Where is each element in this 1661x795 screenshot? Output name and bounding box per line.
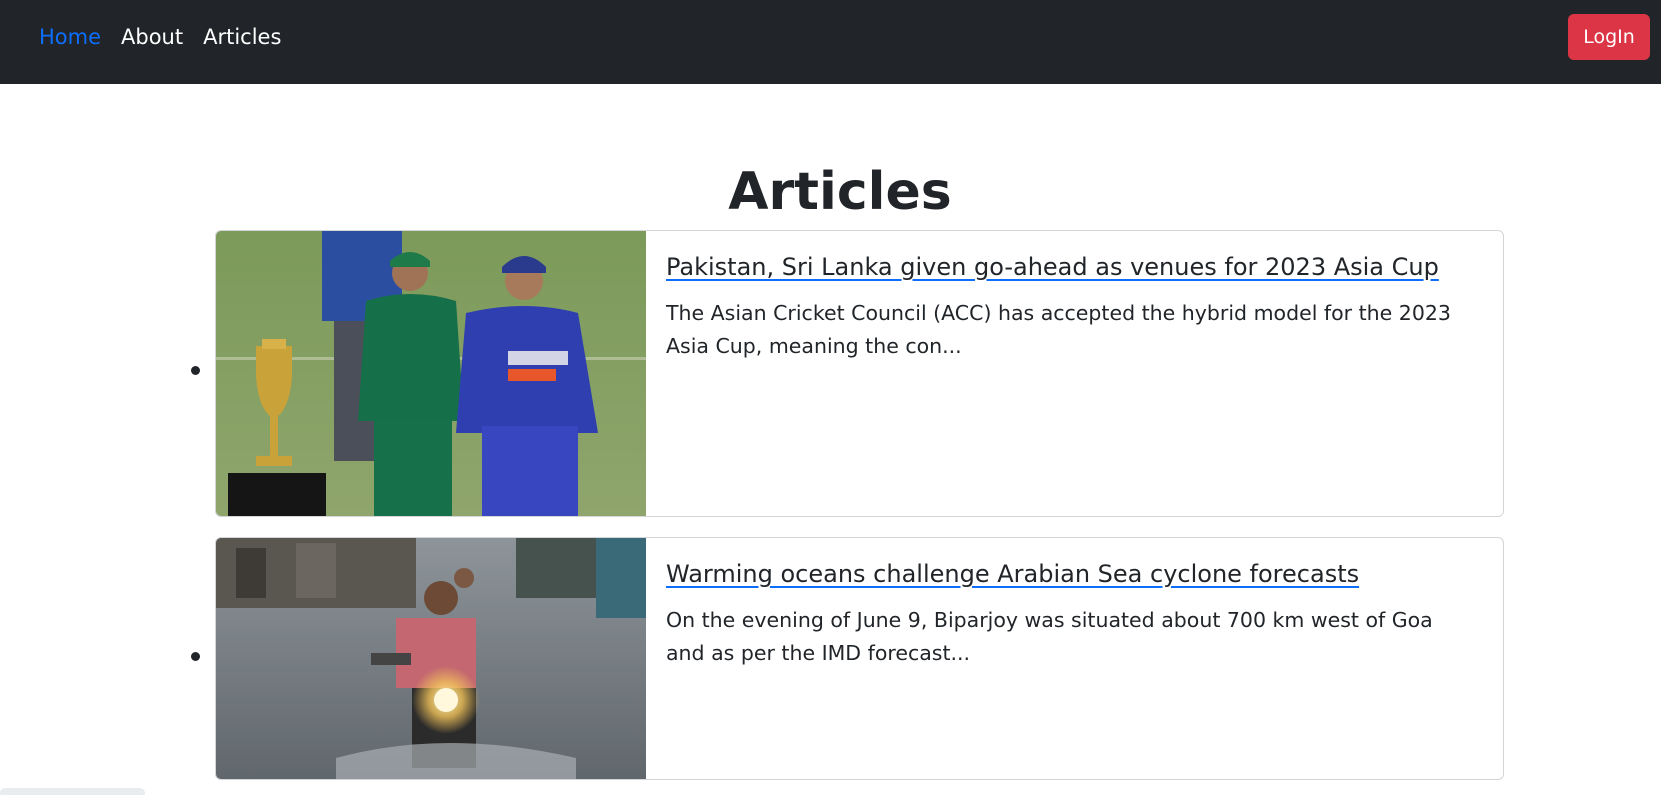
list-bullet	[191, 366, 200, 375]
article-image-flood[interactable]	[216, 538, 646, 779]
nav-links: Home About Articles	[39, 0, 301, 74]
list-bullet	[191, 652, 200, 661]
article-body: Warming oceans challenge Arabian Sea cyc…	[666, 558, 1463, 670]
article-body: Pakistan, Sri Lanka given go-ahead as ve…	[666, 251, 1463, 363]
article-image-cricket[interactable]	[216, 231, 646, 516]
article-title-link[interactable]: Warming oceans challenge Arabian Sea cyc…	[666, 558, 1463, 590]
nav-link-about[interactable]: About	[121, 25, 183, 49]
nav-link-articles[interactable]: Articles	[203, 25, 281, 49]
login-button[interactable]: LogIn	[1568, 14, 1650, 60]
nav-link-home[interactable]: Home	[39, 25, 101, 49]
horizontal-scrollbar[interactable]	[0, 788, 145, 795]
article-title-link[interactable]: Pakistan, Sri Lanka given go-ahead as ve…	[666, 251, 1463, 283]
article-card: Warming oceans challenge Arabian Sea cyc…	[215, 537, 1504, 780]
article-summary: On the evening of June 9, Biparjoy was s…	[666, 608, 1433, 665]
article-card: Pakistan, Sri Lanka given go-ahead as ve…	[215, 230, 1504, 517]
page-title: Articles	[728, 162, 952, 222]
article-summary: The Asian Cricket Council (ACC) has acce…	[666, 301, 1451, 358]
navbar: Home About Articles LogIn	[0, 0, 1661, 84]
